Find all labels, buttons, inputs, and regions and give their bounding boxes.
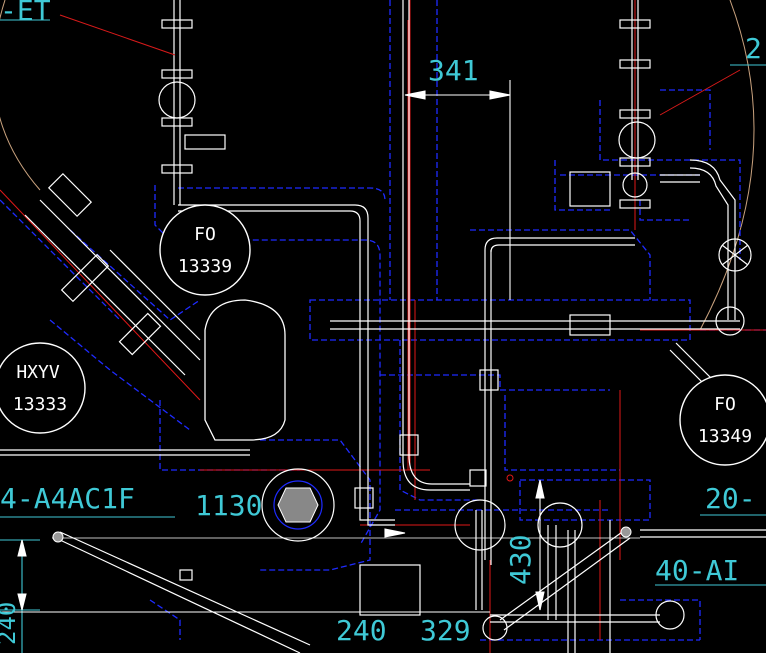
tag-fo-13339-type: FO xyxy=(194,224,216,245)
tag-hxyv-13333-number: 13333 xyxy=(13,394,67,415)
tag-hxyv-13333[interactable]: HXYV 13333 xyxy=(0,342,86,434)
dimension-240[interactable]: 240 xyxy=(336,614,387,647)
line-number-right-40[interactable]: 40-AI xyxy=(655,554,739,587)
dimension-1130[interactable]: 1130 xyxy=(195,489,262,522)
tag-hxyv-13333-type: HXYV xyxy=(16,362,60,383)
label-top-right: 2 xyxy=(745,32,762,65)
dimension-left-vertical[interactable]: 240 xyxy=(0,602,21,645)
tag-fo-13339-number: 13339 xyxy=(178,256,232,277)
dimension-329[interactable]: 329 xyxy=(420,614,471,647)
line-number-left[interactable]: 4-A4AC1F xyxy=(0,482,135,515)
tag-fo-13349-type: FO xyxy=(714,394,736,415)
tag-fo-13339[interactable]: FO 13339 xyxy=(159,204,251,296)
cad-drawing-canvas[interactable]: FO 13339 HXYV 13333 FO 13349 -ET 2 341 1… xyxy=(0,0,766,653)
dimension-341[interactable]: 341 xyxy=(428,54,479,87)
tag-fo-13349-number: 13349 xyxy=(698,426,752,447)
tag-fo-13349[interactable]: FO 13349 xyxy=(679,374,766,466)
line-number-right-20[interactable]: 20- xyxy=(705,482,756,515)
label-top-left: -ET xyxy=(0,0,51,27)
dimension-430[interactable]: 430 xyxy=(504,534,537,585)
